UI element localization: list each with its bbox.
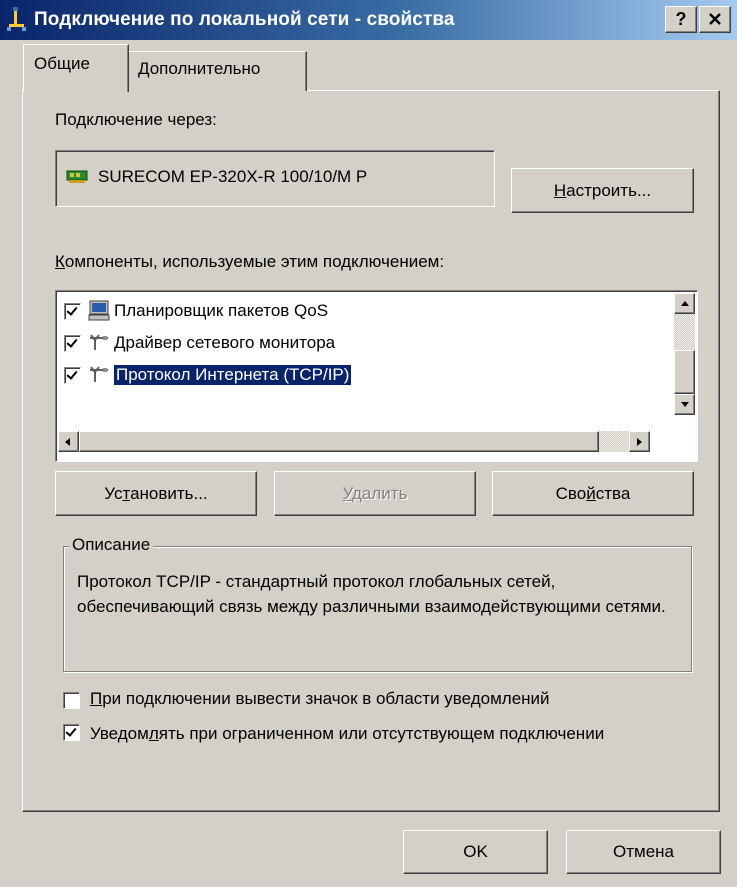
option-tray-icon[interactable]: При подключении вывести значок в области… (63, 689, 550, 709)
window-title: Подключение по локальной сети - свойства (34, 9, 455, 30)
ok-button[interactable]: OK (403, 830, 548, 874)
scroll-up-button[interactable] (674, 293, 695, 314)
uninstall-button[interactable]: Удалить (274, 471, 476, 516)
configure-button[interactable]: Настроить... (511, 168, 694, 213)
arrow-up-icon (681, 301, 689, 306)
component-checkbox[interactable] (64, 302, 81, 320)
list-item-selected[interactable]: Протокол Интернета (TCP/IP) (64, 361, 353, 389)
list-item[interactable]: Драйвер сетевого монитора (64, 329, 335, 357)
tray-icon-option-label: При подключении вывести значок в области… (90, 689, 550, 708)
components-list[interactable]: Планировщик пакетов QoS Драйвер сетевого… (55, 290, 698, 462)
vertical-scroll-thumb[interactable] (674, 350, 695, 394)
tab-general[interactable]: Общие (23, 44, 129, 92)
component-label: Протокол Интернета (TCP/IP) (112, 364, 353, 386)
help-button[interactable]: ? (665, 6, 697, 33)
component-label: Планировщик пакетов QoS (114, 301, 329, 320)
scroll-left-button[interactable] (58, 431, 79, 452)
close-button[interactable] (699, 6, 731, 33)
notify-limited-option-label: Уведомлять при ограниченном или отсутств… (90, 724, 605, 743)
tray-icon-checkbox[interactable] (63, 692, 80, 709)
network-protocol-icon (87, 364, 111, 386)
list-item[interactable]: Планировщик пакетов QoS (64, 297, 328, 325)
component-checkbox[interactable] (64, 366, 81, 384)
network-adapter-icon (66, 168, 88, 191)
adapter-name: SURECOM EP-320X-R 100/10/M P (98, 167, 368, 186)
component-label: Драйвер сетевого монитора (114, 333, 336, 352)
tab-advanced[interactable]: Дополнительно (127, 51, 307, 91)
adapter-box: SURECOM EP-320X-R 100/10/M P (55, 150, 495, 207)
arrow-left-icon (65, 438, 70, 446)
qos-scheduler-icon (87, 300, 111, 322)
scroll-right-button[interactable] (629, 431, 650, 452)
network-connection-icon (0, 0, 34, 40)
close-icon (709, 13, 721, 25)
scroll-down-button[interactable] (674, 394, 695, 415)
component-checkbox[interactable] (64, 334, 81, 352)
network-protocol-icon (87, 332, 111, 354)
connect-via-label: Подключение через: (55, 110, 217, 129)
notify-limited-checkbox[interactable] (63, 724, 80, 741)
description-legend: Описание (69, 535, 154, 555)
cancel-button[interactable]: Отмена (566, 830, 721, 874)
install-button[interactable]: Установить... (55, 471, 257, 516)
horizontal-scroll-track[interactable] (599, 431, 629, 452)
components-label: Компоненты, используемые этим подключени… (55, 252, 445, 271)
horizontal-scroll-thumb[interactable] (79, 431, 599, 452)
description-text: Протокол TCP/IP - стандартный протокол г… (77, 572, 666, 616)
title-bar[interactable]: Подключение по локальной сети - свойства… (0, 0, 737, 40)
properties-button[interactable]: Свойства (492, 471, 694, 516)
arrow-down-icon (681, 402, 689, 407)
vertical-scroll-track[interactable] (674, 314, 695, 350)
option-notify-limited[interactable]: Уведомлять при ограниченном или отсутств… (63, 721, 683, 746)
arrow-right-icon (637, 438, 642, 446)
